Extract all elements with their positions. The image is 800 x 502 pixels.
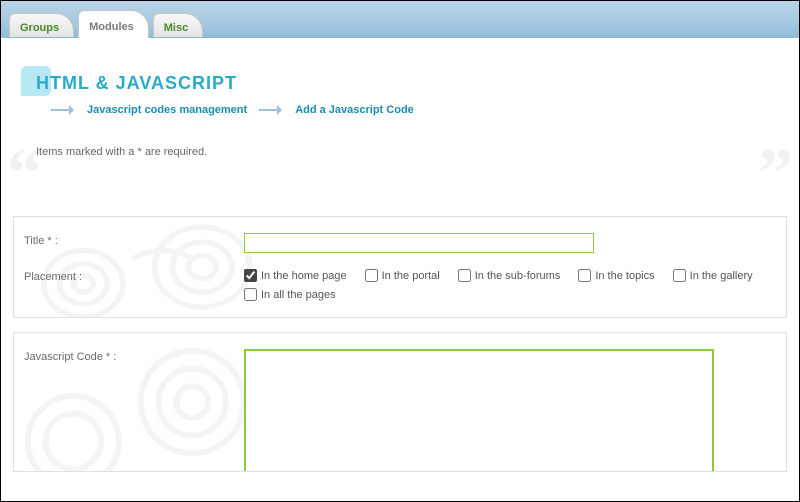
arrow-right-icon [259,105,287,115]
checkbox-all[interactable] [244,288,257,301]
label-title: Title * : [24,233,244,253]
form-section-code: Javascript Code * : [13,332,787,472]
checkbox-item-subforums[interactable]: In the sub-forums [458,269,561,282]
checkbox-item-home[interactable]: In the home page [244,269,347,282]
label-placement: Placement : [24,269,244,301]
label-js-code: Javascript Code * : [24,349,244,472]
tab-label: Modules [89,21,134,33]
arrow-right-icon [51,105,79,115]
javascript-code-input[interactable] [244,349,714,472]
title-input[interactable] [244,233,594,253]
quote-close-icon: ” [758,156,793,191]
checkbox-label: In the gallery [690,270,753,282]
tab-label: Misc [164,22,188,34]
checkbox-label: In the home page [261,270,347,282]
tab-modules[interactable]: Modules [78,10,149,38]
breadcrumb-item-add-code[interactable]: Add a Javascript Code [295,104,414,116]
form-section-basic: Title * : Placement : In the home page I… [13,216,787,318]
checkbox-gallery[interactable] [673,269,686,282]
tab-misc[interactable]: Misc [153,13,203,37]
required-note: Items marked with a * are required. [36,146,207,158]
checkbox-subforums[interactable] [458,269,471,282]
tab-label: Groups [20,22,59,34]
checkbox-label: In the sub-forums [475,270,561,282]
tab-groups[interactable]: Groups [9,13,74,37]
checkbox-item-all[interactable]: In all the pages [244,288,336,301]
checkbox-label: In the portal [382,270,440,282]
page-title: HTML & JAVASCRIPT [36,73,237,94]
checkbox-item-gallery[interactable]: In the gallery [673,269,753,282]
checkbox-topics[interactable] [578,269,591,282]
checkbox-label: In the topics [595,270,654,282]
tab-bar: Groups Modules Misc [1,1,799,38]
breadcrumb: Javascript codes management Add a Javasc… [51,104,789,116]
checkbox-item-topics[interactable]: In the topics [578,269,654,282]
checkbox-home[interactable] [244,269,257,282]
checkbox-item-portal[interactable]: In the portal [365,269,440,282]
checkbox-label: In all the pages [261,289,336,301]
quote-open-icon: “ [7,156,42,191]
breadcrumb-item-js-management[interactable]: Javascript codes management [87,104,247,116]
page-title-block: HTML & JAVASCRIPT [21,66,789,96]
checkbox-portal[interactable] [365,269,378,282]
main-panel: HTML & JAVASCRIPT Javascript codes manag… [1,38,799,472]
